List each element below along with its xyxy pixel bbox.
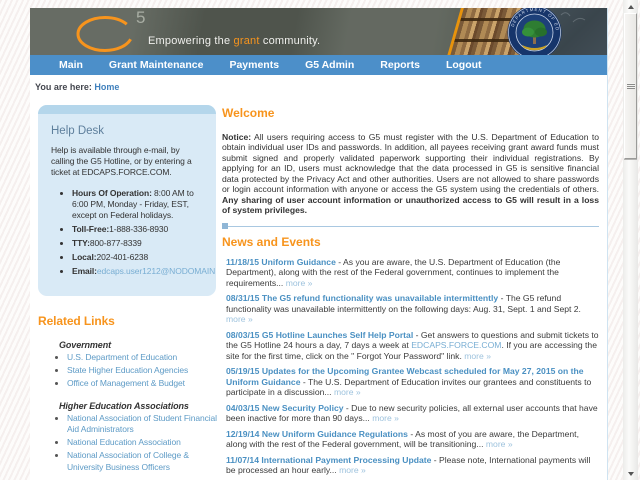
- more-link[interactable]: more »: [334, 387, 361, 397]
- related-links-group-government: Government U.S. Department of Education St…: [50, 340, 218, 390]
- nav-item-reports[interactable]: Reports: [367, 59, 433, 71]
- help-bullet: Toll-Free:1-888-336-8930: [72, 224, 204, 235]
- site-banner: 5 Empowering the grant community. DEPART…: [30, 8, 607, 55]
- scroll-up-icon: [627, 4, 634, 9]
- help-bullet-label: Email:: [72, 265, 97, 276]
- breadcrumb-prefix: You are here:: [35, 82, 92, 92]
- scrollbar-down-button[interactable]: [623, 467, 638, 480]
- list-item: Office of Management & Budget: [67, 378, 218, 389]
- related-link-office-of-management-budget[interactable]: Office of Management & Budget: [67, 378, 185, 388]
- more-link[interactable]: more »: [226, 314, 253, 324]
- help-bullet: Hours Of Operation: 8:00 AM to 6:00 PM, …: [72, 188, 204, 221]
- help-bullet: Local:202-401-6238: [72, 252, 204, 263]
- main-nav: Main Grant Maintenance Payments G5 Admin Rep…: [30, 55, 607, 75]
- help-bullet-label: Hours Of Operation:: [72, 187, 152, 198]
- vertical-scrollbar[interactable]: [623, 0, 638, 480]
- tagline-prefix: Empowering the: [148, 35, 234, 47]
- notice-label: Notice:: [222, 132, 252, 142]
- help-desk-title: Help Desk: [51, 125, 105, 137]
- related-links-groups: Government U.S. Department of Education St…: [38, 340, 218, 480]
- nav-item-logout[interactable]: Logout: [433, 59, 495, 71]
- nav-item-grant-maintenance[interactable]: Grant Maintenance: [96, 59, 217, 71]
- help-bullet-label: TTY:: [72, 237, 90, 248]
- breadcrumb: You are here: Home: [30, 75, 607, 95]
- browser-viewport: 5 Empowering the grant community. DEPART…: [0, 0, 640, 480]
- scroll-down-icon: [627, 471, 634, 476]
- list-item: State Higher Education Agencies: [67, 365, 218, 376]
- news-item: 11/18/15 Uniform Guidance - As you are a…: [226, 256, 561, 288]
- list-item: National Association of Student Financia…: [67, 413, 218, 435]
- tagline-highlight: grant: [233, 35, 260, 47]
- nav-item-g5-admin[interactable]: G5 Admin: [292, 59, 367, 71]
- notice-body: All users requiring access to G5 must re…: [222, 132, 599, 195]
- news-headline-link[interactable]: 05/19/15 Updates for the Upcoming Grante…: [226, 366, 584, 386]
- news-headline-link[interactable]: 11/07/14 International Payment Processin…: [226, 455, 431, 465]
- news-item: 08/31/15 The G5 refund functionality was…: [226, 293, 581, 325]
- tagline-suffix: community.: [259, 35, 321, 47]
- related-link-national-association-of-student-financial-aid-administrators[interactable]: National Association of Student Financia…: [67, 413, 217, 434]
- related-link-national-education-association[interactable]: National Education Association: [67, 437, 181, 447]
- nav-item-main[interactable]: Main: [46, 59, 96, 71]
- news-list: 11/18/15 Uniform Guidance - As you are a…: [222, 257, 599, 480]
- news-item: 05/19/15 Updates for the Upcoming Grante…: [226, 366, 592, 398]
- education-seal-icon: DEPARTMENT OF EDUCATION: [507, 8, 562, 55]
- g5-logo-five: 5: [136, 8, 146, 27]
- related-group-heading: Government: [59, 339, 112, 350]
- help-bullet-label: Toll-Free:: [72, 223, 110, 234]
- news-headline-link[interactable]: 04/03/15 New Security Policy: [226, 403, 344, 413]
- related-group-list: U.S. Department of Education State Higher…: [50, 352, 218, 390]
- more-link[interactable]: more »: [464, 351, 491, 361]
- breadcrumb-home-link[interactable]: Home: [94, 82, 119, 92]
- news-headline-link[interactable]: 11/18/15 Uniform Guidance: [226, 257, 336, 267]
- related-group-heading: Higher Education Associations: [59, 400, 189, 411]
- more-link[interactable]: more »: [339, 465, 366, 475]
- related-link-national-association-of-college-university-business-officers[interactable]: National Association of College & Univer…: [67, 450, 189, 471]
- help-desk-intro: Help is available through e-mail, by cal…: [51, 145, 192, 178]
- sidebar: Help Desk Help is available through e-ma…: [30, 95, 218, 480]
- news-item: 04/03/15 New Security Policy - Due to ne…: [226, 402, 598, 424]
- related-links-title: Related Links: [38, 313, 115, 328]
- related-links-panel: Related Links Government U.S. Department …: [38, 314, 218, 480]
- help-bullet-label: Local:: [72, 251, 97, 262]
- welcome-title: Welcome: [222, 106, 275, 120]
- scrollbar-thumb[interactable]: [624, 13, 637, 159]
- related-links-group-higher-education-associations: Higher Education Associations National As…: [50, 401, 218, 473]
- section-divider: [222, 222, 599, 229]
- list-item: U.S. Department of Education: [67, 352, 218, 363]
- related-link-state-higher-education-agencies[interactable]: State Higher Education Agencies: [67, 365, 188, 375]
- news-headline-link[interactable]: 12/19/14 New Uniform Guidance Regulation…: [226, 429, 408, 439]
- news-item: 08/03/15 G5 Hotline Launches Self Help P…: [226, 329, 599, 361]
- news-item: 11/07/14 International Payment Processin…: [226, 454, 591, 476]
- g5-logo-g-icon: [76, 16, 134, 52]
- help-bullet: TTY:800-877-8339: [72, 238, 204, 249]
- more-link[interactable]: more »: [372, 413, 399, 423]
- news-item: 12/19/14 New Uniform Guidance Regulation…: [226, 428, 579, 450]
- news-inline-link[interactable]: EDCAPS.FORCE.COM: [411, 340, 501, 350]
- scrollbar-grip-icon: [627, 83, 635, 89]
- tagline: Empowering the grant community.: [148, 35, 320, 47]
- news-headline-link[interactable]: 08/03/15 G5 Hotline Launches Self Help P…: [226, 330, 413, 340]
- news-title: News and Events: [222, 234, 321, 249]
- help-email-link[interactable]: edcaps.user1212@NODOMAIN: [97, 266, 215, 276]
- page-content: 5 Empowering the grant community. DEPART…: [30, 8, 608, 480]
- main-content: Welcome Notice: All users requiring acce…: [218, 95, 607, 480]
- scrollbar-up-button[interactable]: [623, 0, 638, 13]
- list-item: National Education Association: [67, 437, 218, 448]
- help-bullet: Email:edcaps.user1212@NODOMAIN: [72, 265, 215, 277]
- related-group-list: National Association of Student Financia…: [50, 413, 218, 473]
- more-link[interactable]: more »: [486, 439, 513, 449]
- more-link[interactable]: more »: [286, 278, 313, 288]
- news-headline-link[interactable]: 08/31/15 The G5 refund functionality was…: [226, 293, 498, 303]
- notice-paragraph: Notice: All users requiring access to G5…: [222, 132, 599, 216]
- help-desk-panel: Help Desk Help is available through e-ma…: [38, 105, 216, 296]
- nav-item-payments[interactable]: Payments: [216, 59, 292, 71]
- list-item: National Association of College & Univer…: [67, 450, 218, 472]
- related-link-u-s-department-of-education[interactable]: U.S. Department of Education: [67, 352, 177, 362]
- help-desk-bullet-list: Hours Of Operation: 8:00 AM to 6:00 PM, …: [55, 188, 215, 277]
- notice-bold-warning: Any sharing of user account information …: [222, 194, 599, 216]
